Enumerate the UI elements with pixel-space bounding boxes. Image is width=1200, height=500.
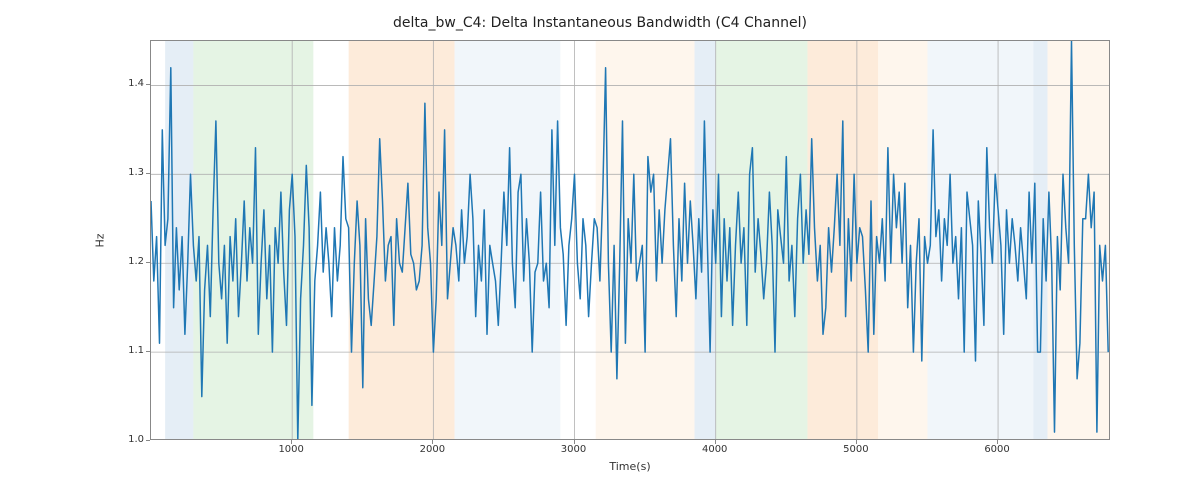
band <box>807 41 878 440</box>
x-tick-label: 2000 <box>402 444 462 455</box>
y-tick-label: 1.3 <box>104 167 144 178</box>
x-tick-label: 1000 <box>261 444 321 455</box>
x-axis-label: Time(s) <box>150 460 1110 473</box>
y-tick-mark <box>146 173 150 174</box>
plot-area <box>150 40 1110 440</box>
figure: delta_bw_C4: Delta Instantaneous Bandwid… <box>0 0 1200 500</box>
y-tick-label: 1.0 <box>104 434 144 445</box>
y-axis-label: Hz <box>90 40 110 440</box>
y-tick-mark <box>146 351 150 352</box>
y-tick-label: 1.4 <box>104 78 144 89</box>
y-tick-label: 1.1 <box>104 345 144 356</box>
chart-title: delta_bw_C4: Delta Instantaneous Bandwid… <box>0 15 1200 31</box>
x-tick-label: 4000 <box>685 444 745 455</box>
y-axis-label-text: Hz <box>93 233 106 247</box>
background-bands <box>165 41 1110 440</box>
x-tick-label: 5000 <box>826 444 886 455</box>
x-tick-label: 6000 <box>967 444 1027 455</box>
x-tick-label: 3000 <box>544 444 604 455</box>
y-tick-mark <box>146 262 150 263</box>
y-tick-mark <box>146 84 150 85</box>
plot-svg <box>151 41 1110 440</box>
y-tick-mark <box>146 440 150 441</box>
y-tick-label: 1.2 <box>104 256 144 267</box>
